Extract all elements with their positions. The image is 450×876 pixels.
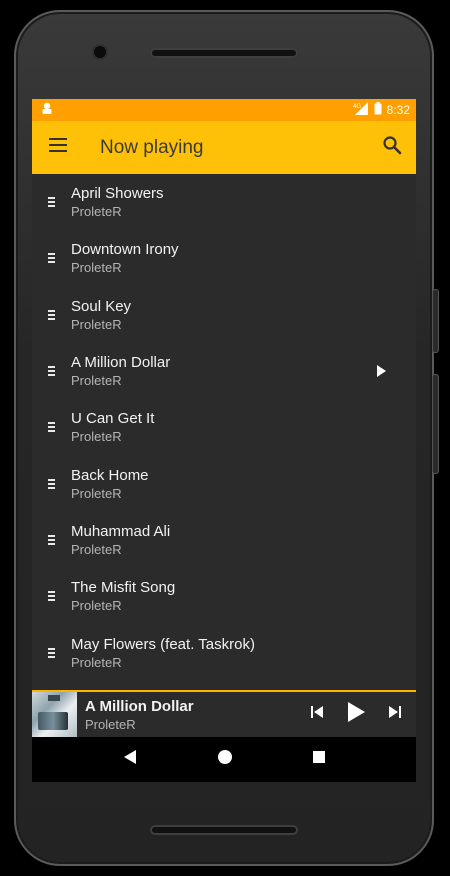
- list-item[interactable]: A Million Dollar ProleteR: [32, 343, 416, 399]
- list-item[interactable]: Downtown Irony ProleteR: [32, 230, 416, 286]
- song-title: The Misfit Song: [71, 579, 176, 597]
- song-title: May Flowers (feat. Taskrok): [71, 635, 255, 653]
- power-button: [433, 290, 438, 352]
- song-artist: ProleteR: [71, 598, 122, 614]
- drag-handle-icon[interactable]: [32, 364, 70, 378]
- list-item[interactable]: Muhammad Ali ProleteR: [32, 512, 416, 568]
- play-icon: [377, 365, 386, 378]
- home-icon[interactable]: [217, 749, 233, 770]
- mini-player[interactable]: A Million Dollar ProleteR: [32, 690, 416, 737]
- song-artist: ProleteR: [71, 316, 122, 332]
- drag-handle-icon[interactable]: [32, 533, 70, 547]
- drag-handle-icon[interactable]: [32, 420, 70, 434]
- recents-icon[interactable]: [312, 750, 326, 769]
- system-nav-bar: [32, 737, 416, 782]
- song-artist: ProleteR: [71, 485, 122, 501]
- song-artist: ProleteR: [71, 654, 122, 670]
- song-title: April Showers: [71, 185, 164, 203]
- app-screen: 4G 8:32 Now playing April Showers Prolete…: [32, 99, 416, 782]
- playlist: April Showers ProleteR Downtown Irony Prol…: [32, 174, 416, 690]
- list-item[interactable]: Back Home ProleteR: [32, 455, 416, 511]
- song-artist: ProleteR: [71, 260, 122, 276]
- song-title: Downtown Irony: [71, 241, 179, 259]
- list-item[interactable]: April Showers ProleteR: [32, 174, 416, 230]
- skip-previous-icon[interactable]: [310, 705, 324, 724]
- notification-icon: [40, 101, 54, 120]
- list-item[interactable]: Soul Key ProleteR: [32, 287, 416, 343]
- status-bar: 4G 8:32: [32, 99, 416, 121]
- skip-next-icon[interactable]: [388, 705, 402, 724]
- song-artist: ProleteR: [71, 204, 122, 220]
- song-title: Soul Key: [71, 297, 132, 315]
- page-title: Now playing: [100, 136, 204, 158]
- song-title: U Can Get It: [71, 410, 155, 428]
- song-artist: ProleteR: [71, 541, 122, 557]
- play-icon[interactable]: [346, 701, 366, 728]
- song-title: Muhammad Ali: [71, 522, 171, 540]
- drag-handle-icon[interactable]: [32, 251, 70, 265]
- menu-icon[interactable]: [48, 137, 68, 158]
- drag-handle-icon[interactable]: [32, 646, 70, 660]
- now-playing-title: A Million Dollar: [85, 697, 194, 715]
- album-art[interactable]: [32, 692, 77, 737]
- bottom-speaker: [150, 825, 298, 835]
- search-icon[interactable]: [382, 135, 402, 160]
- song-artist: ProleteR: [71, 373, 122, 389]
- now-playing-artist: ProleteR: [85, 716, 136, 732]
- volume-button: [433, 375, 438, 473]
- signal-icon: 4G: [353, 102, 369, 118]
- status-time: 8:32: [386, 103, 410, 117]
- battery-icon: [374, 102, 382, 118]
- front-camera: [94, 46, 106, 58]
- song-artist: ProleteR: [71, 429, 122, 445]
- song-title: Back Home: [71, 466, 149, 484]
- song-title: A Million Dollar: [71, 354, 171, 372]
- top-speaker: [150, 48, 298, 58]
- list-item[interactable]: The Misfit Song ProleteR: [32, 568, 416, 624]
- drag-handle-icon[interactable]: [32, 589, 70, 603]
- list-item[interactable]: U Can Get It ProleteR: [32, 399, 416, 455]
- app-toolbar: Now playing: [32, 121, 416, 174]
- drag-handle-icon[interactable]: [32, 308, 70, 322]
- back-icon[interactable]: [122, 749, 138, 770]
- svg-text:4G: 4G: [353, 104, 361, 110]
- list-item[interactable]: May Flowers (feat. Taskrok) ProleteR: [32, 624, 416, 680]
- drag-handle-icon[interactable]: [32, 195, 70, 209]
- drag-handle-icon[interactable]: [32, 477, 70, 491]
